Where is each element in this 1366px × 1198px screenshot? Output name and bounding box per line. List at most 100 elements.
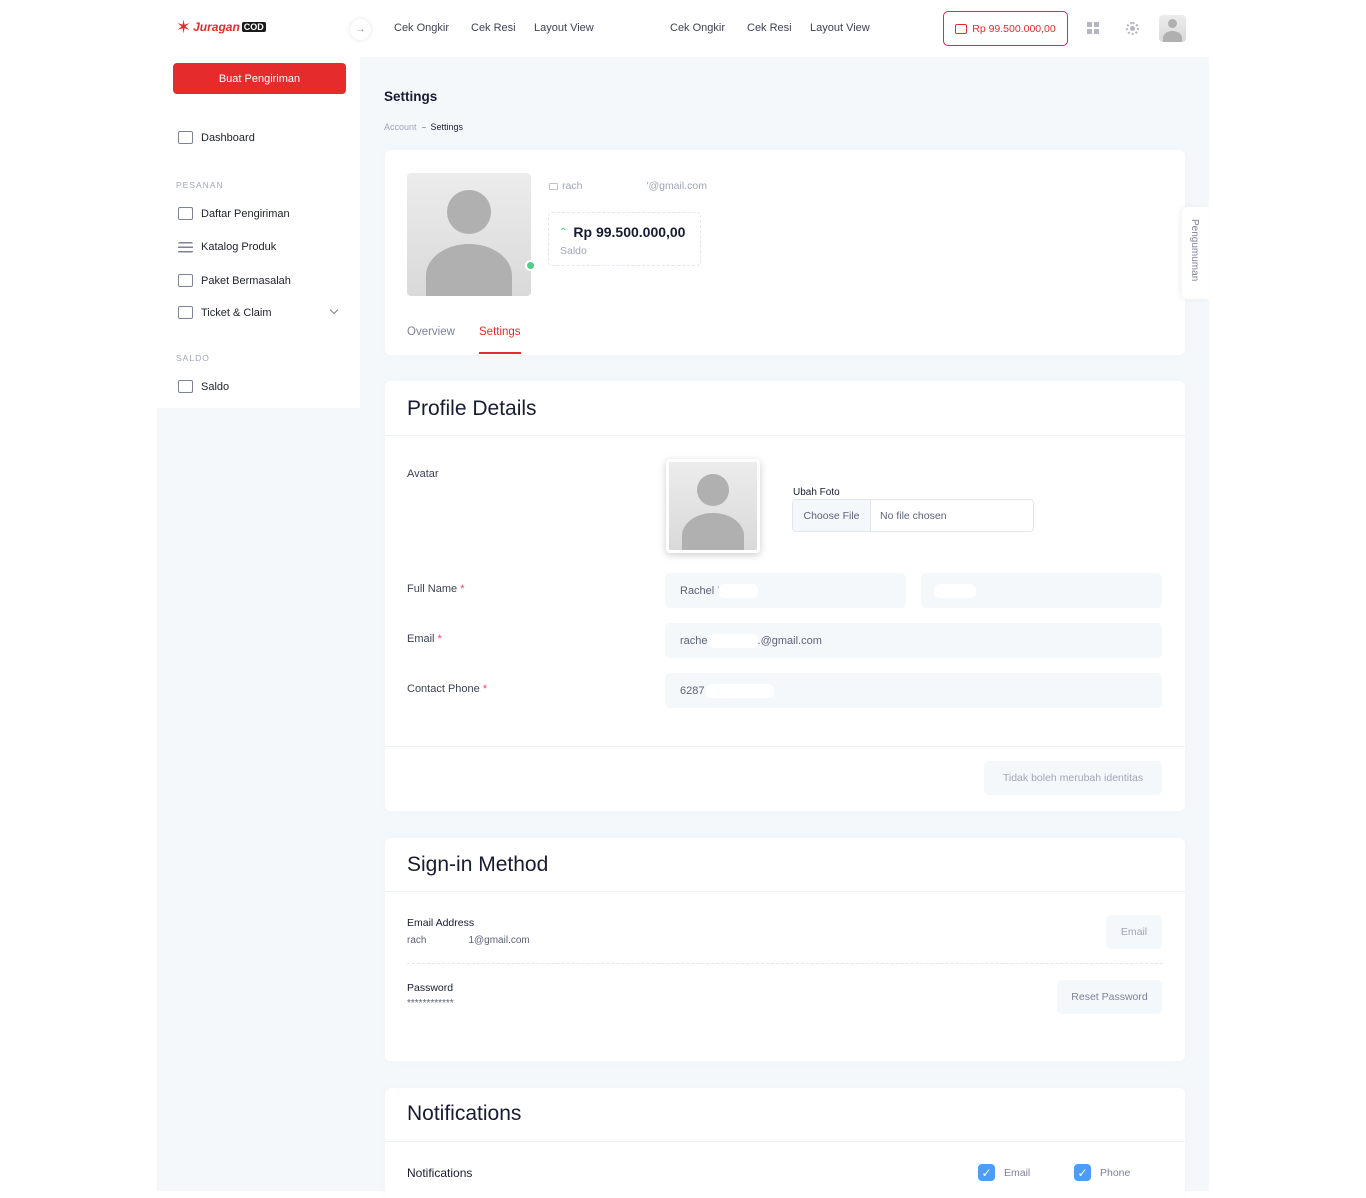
breadcrumb-separator [421,126,426,128]
sidebar-item-ticket-claim[interactable]: Ticket & Claim [178,306,272,319]
pengumuman-side-tab[interactable]: Pengumuman [1182,207,1209,299]
user-avatar[interactable] [1159,15,1186,42]
phone-value: 6287 [680,684,705,697]
required-marker: * [460,583,465,595]
email-address-start: rach [407,934,427,946]
ubah-foto-label: Ubah Foto [793,487,840,498]
saldo-value-row: ⌃ Rp 99.500.000,00 [559,224,685,240]
email-address-end: 1@gmail.com [468,934,530,946]
email-field[interactable]: rache .@gmail.com [665,623,1162,658]
topnav-layout-view[interactable]: Layout View [810,22,870,34]
sidebar-item-label: Dashboard [201,131,255,144]
sidebar-item-dashboard[interactable]: Dashboard [178,131,255,144]
settings-avatar-image [666,459,760,553]
email-label-text: Email [407,633,435,645]
reset-password-button[interactable]: Reset Password [1057,980,1162,1014]
save-identity-button[interactable]: Tidak boleh merubah identitas [984,761,1162,795]
sidebar-section-saldo: SALDO [176,353,210,363]
online-status-dot [525,260,536,271]
runner-logo-icon: ✶ [176,17,192,37]
profile-email-end: '@gmail.com [646,180,707,192]
sidebar [157,0,360,408]
password-value: ************ [407,998,454,1009]
brand-suffix: COD [241,22,266,32]
notifications-row-label: Notifications [407,1166,473,1180]
page-title: Settings [384,89,438,104]
profile-details-card: Profile Details Avatar Ubah Foto Choose … [385,381,1185,811]
sidebar-item-paket-bermasalah[interactable]: Paket Bermasalah [178,274,291,287]
saldo-box: ⌃ Rp 99.500.000,00 Saldo [548,212,701,266]
profile-details-title: Profile Details [407,397,537,420]
sidebar-toggle-arrow-icon[interactable]: → [350,19,371,40]
profile-email-start: rach [562,180,583,192]
email-label: Email * [407,633,442,645]
sidebar-section-pesanan: PESANAN [176,180,224,190]
full-name-label: Full Name * [407,583,464,595]
redaction [934,583,976,598]
sidebar-item-katalog-produk[interactable]: Katalog Produk [178,241,276,253]
last-name-field[interactable] [921,573,1162,608]
full-name-label-text: Full Name [407,583,458,595]
notify-email-checkbox[interactable]: ✓ Email [978,1164,1030,1181]
list-icon [178,241,193,253]
checkmark-icon: ✓ [978,1164,995,1181]
breadcrumb: Account Settings [384,122,463,132]
avatar-file-input[interactable]: Choose File No file chosen [792,499,1034,532]
choose-file-button[interactable]: Choose File [793,500,871,531]
wallet-icon [178,380,193,393]
sidebar-item-label: Saldo [201,380,230,393]
building-icon [178,131,193,144]
balance-value: Rp 99.500.000,00 [972,22,1056,35]
checkmark-icon: ✓ [1074,1164,1091,1181]
first-name-field[interactable]: Rachel M [665,573,906,608]
sidebar-item-label: Katalog Produk [201,241,277,253]
dashed-separator [407,963,1163,964]
divider [385,746,1185,747]
topnav-cek-ongkir[interactable]: Cek Ongkir [670,22,725,34]
topnav-cek-resi[interactable]: Cek Resi [471,22,516,34]
topnav-cek-ongkir[interactable]: Cek Ongkir [394,22,449,34]
file-status: No file chosen [880,509,947,522]
change-email-button[interactable]: Email [1106,915,1162,949]
required-marker: * [482,683,488,695]
mail-icon [549,182,558,190]
saldo-value: Rp 99.500.000,00 [573,224,686,240]
notifications-card: Notifications Notifications ✓ Email ✓ Ph… [385,1088,1185,1198]
redaction [586,179,643,193]
profile-email: rach '@gmail.com [549,179,707,193]
contact-phone-label: Contact Phone * [407,683,487,695]
required-marker: * [437,633,442,645]
sidebar-item-daftar-pengiriman[interactable]: Daftar Pengiriman [178,207,290,220]
contact-phone-field[interactable]: 6287 [665,673,1162,708]
notify-phone-checkbox[interactable]: ✓ Phone [1074,1164,1130,1181]
brand-name: Juragan [193,20,240,34]
redaction [707,633,758,648]
notify-email-label: Email [1004,1166,1031,1179]
signin-method-title: Sign-in Method [407,853,549,876]
apps-grid-icon[interactable] [1087,22,1099,34]
truck-icon [178,207,193,220]
email-value-start: rache [680,634,708,647]
redaction [718,583,759,598]
arrow-up-icon: ⌃ [559,226,568,238]
redaction [426,934,469,946]
avatar-label: Avatar [407,468,439,480]
breadcrumb-account[interactable]: Account [384,122,417,132]
sidebar-item-label: Paket Bermasalah [201,274,291,287]
notify-phone-label: Phone [1100,1166,1131,1179]
email-address-label: Email Address [407,917,475,929]
tab-settings[interactable]: Settings [479,326,521,338]
divider [385,1141,1185,1142]
buat-pengiriman-button[interactable]: Buat Pengiriman [173,63,346,94]
sidebar-item-saldo[interactable]: Saldo [178,380,229,393]
topnav-layout-view[interactable]: Layout View [534,22,594,34]
balance-button[interactable]: Rp 99.500.000,00 [943,11,1068,46]
contact-phone-label-text: Contact Phone [407,683,480,695]
breadcrumb-settings: Settings [430,122,464,132]
divider [385,435,1185,436]
signin-method-card: Sign-in Method Email Address rach 1@gmai… [385,838,1185,1061]
topnav-cek-resi[interactable]: Cek Resi [747,22,792,34]
brand-logo[interactable]: ✶ Juragan COD [176,18,266,36]
tab-overview[interactable]: Overview [407,326,455,338]
theme-sun-icon[interactable] [1126,22,1139,35]
